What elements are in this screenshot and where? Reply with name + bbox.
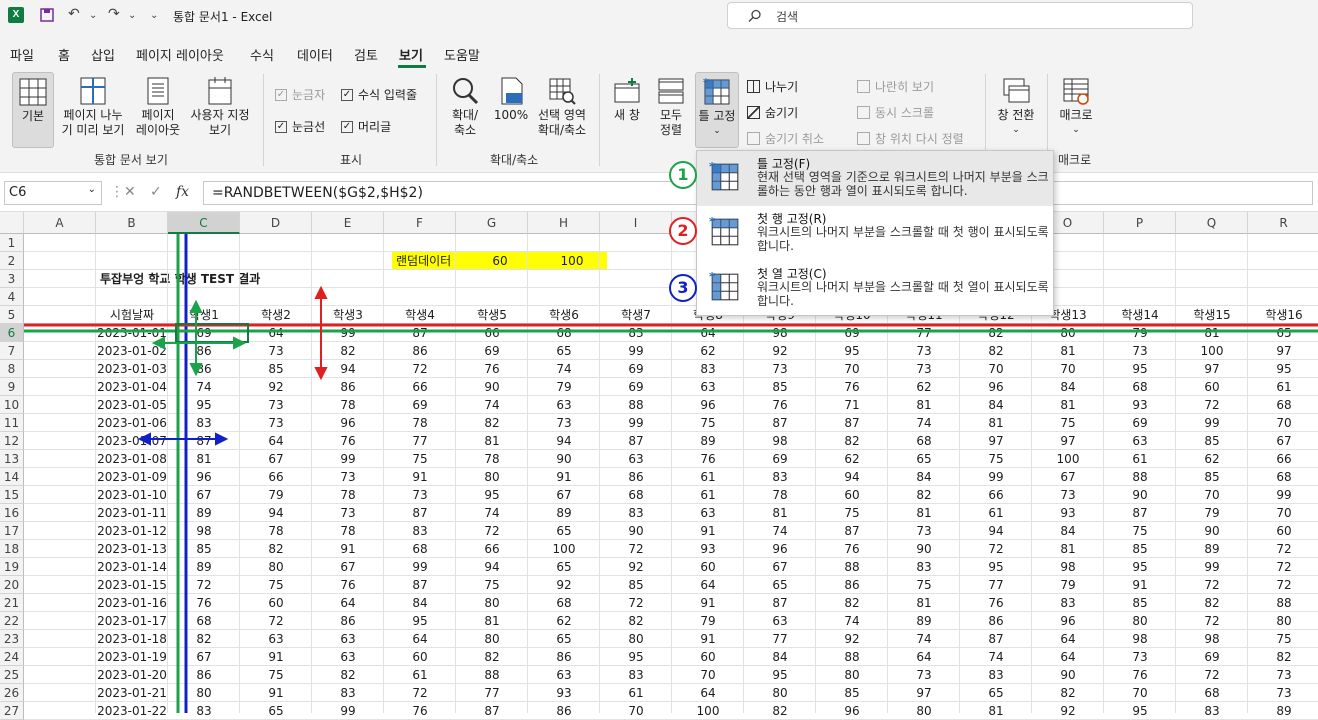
- freeze-first-column-option-desc: 워크시트의 나머지 부분을 스크롤할 때 첫 열이 표시되도록 합니다.: [757, 280, 1049, 308]
- svg-text:*: *: [709, 216, 715, 229]
- freeze-panes-menu-icon: *: [709, 161, 739, 191]
- callout-number-3: 3: [669, 274, 697, 302]
- freeze-panes-menu: * 틀 고정(F) 현재 선택 영역을 기준으로 워크시트의 나머지 부분을 스…: [696, 150, 1054, 316]
- freeze-top-row-option-desc: 워크시트의 나머지 부분을 스크롤할 때 첫 행이 표시되도록 합니다.: [757, 225, 1049, 253]
- freeze-panes-option[interactable]: * 틀 고정(F) 현재 선택 영역을 기준으로 워크시트의 나머지 부분을 스…: [697, 151, 1053, 206]
- freeze-first-column-icon: *: [709, 271, 739, 301]
- freeze-first-column-option[interactable]: * 첫 열 고정(C) 워크시트의 나머지 부분을 스크롤할 때 첫 열이 표시…: [697, 261, 1053, 316]
- callout-number-1: 1: [669, 161, 697, 189]
- callout-number-2: 2: [669, 217, 697, 245]
- red-vertical-arrow-icon: [314, 285, 328, 381]
- freeze-top-row-option[interactable]: * 첫 행 고정(R) 워크시트의 나머지 부분을 스크롤할 때 첫 행이 표시…: [697, 206, 1053, 261]
- green-cross-arrow-icon: [151, 299, 247, 377]
- svg-text:*: *: [709, 161, 715, 174]
- freeze-panes-option-desc: 현재 선택 영역을 기준으로 워크시트의 나머지 부분을 스크롤하는 동안 행과…: [757, 170, 1049, 198]
- svg-text:*: *: [709, 271, 715, 284]
- freeze-annotation-overlay: [24, 234, 1318, 713]
- blue-horizontal-arrow-icon: [137, 432, 229, 446]
- freeze-top-row-icon: *: [709, 216, 739, 246]
